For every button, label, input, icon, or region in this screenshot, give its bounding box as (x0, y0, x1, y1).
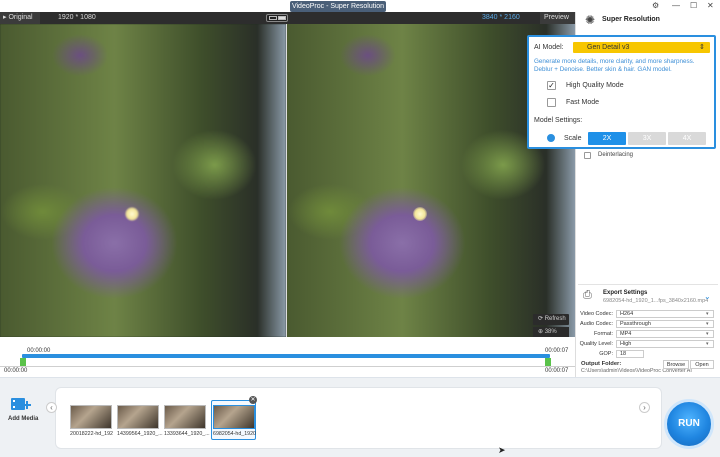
video-codec-label: Video Codec: (580, 311, 613, 317)
dropdown-arrow-icon: ▾ (706, 331, 709, 337)
video-preview (0, 24, 575, 337)
scale-3x-button[interactable]: 3X (628, 132, 666, 145)
scale-label: Scale (564, 135, 582, 142)
chevron-down-icon[interactable]: ⌄ (704, 292, 711, 301)
title-bar: VideoProc - Super Resolution (0, 0, 720, 12)
media-thumbnail[interactable] (164, 405, 206, 429)
dropdown-arrow-icon: ▾ (706, 341, 709, 347)
export-icon: ⎙ (583, 289, 592, 301)
zoom-icon: ⊕ (538, 329, 544, 335)
chevron-left-icon[interactable]: ‹ (46, 402, 57, 413)
current-time: 00:00:00 (4, 368, 28, 374)
compare-divider[interactable] (286, 24, 287, 337)
media-thumbnail[interactable] (117, 405, 159, 429)
export-divider (578, 284, 718, 285)
output-resolution: 3840 * 2160 (482, 14, 520, 21)
timeline-baseline (0, 366, 575, 367)
original-frame (0, 24, 286, 337)
high-quality-label: High Quality Mode (566, 82, 624, 89)
video-codec-select[interactable]: H264 (616, 310, 714, 318)
mouse-cursor-icon: ➤ (498, 445, 506, 455)
original-resolution: 1920 * 1080 (58, 14, 96, 21)
play-icon: ▸ (3, 14, 7, 21)
audio-codec-select[interactable]: Passthrough (616, 320, 714, 328)
deinterlacing-label: Deinterlacing (598, 152, 634, 158)
ai-model-description: Generate more details, more clarity, and… (534, 58, 695, 73)
gop-label: GOP: (599, 351, 613, 357)
add-media-label[interactable]: Add Media (8, 416, 38, 422)
minimize-button[interactable]: — (672, 1, 680, 11)
fast-mode-label: Fast Mode (566, 99, 600, 106)
media-item-label: 6982054-hd_1920 (213, 431, 257, 437)
flower-center (413, 207, 427, 221)
trim-handle-start[interactable] (20, 358, 26, 366)
dropdown-arrow-icon: ▾ (706, 321, 709, 327)
format-label: Format: (594, 331, 613, 337)
dropdown-arrow-icon: ▾ (706, 311, 709, 317)
ai-model-label: AI Model: (534, 44, 564, 51)
format-select[interactable]: MP4 (616, 330, 714, 338)
deinterlacing-checkbox[interactable] (584, 152, 591, 159)
close-icon[interactable]: ✕ (249, 396, 257, 404)
media-item-label: 14399564_1920_... (117, 431, 163, 437)
export-filename: 6982054-hd_1920_1...fps_3840x2160.mp4 (603, 298, 709, 304)
scale-radio[interactable] (547, 134, 555, 142)
high-quality-checkbox[interactable]: ✓ (547, 81, 556, 90)
run-button[interactable]: RUN (664, 399, 714, 449)
export-title: Export Settings (603, 290, 648, 296)
film-reel-icon: ✺ (585, 13, 596, 27)
add-media-icon[interactable] (10, 395, 32, 413)
chevron-right-icon[interactable]: › (639, 402, 650, 413)
gear-icon[interactable]: ⚙ (652, 1, 659, 11)
media-item-label: 20018222-hd_192 (70, 431, 114, 437)
split-right-icon (278, 16, 286, 20)
tab-preview-label: Preview (544, 14, 569, 21)
gop-input[interactable]: 18 (616, 350, 644, 358)
zoom-label: 38% (544, 329, 557, 335)
fast-mode-checkbox[interactable] (547, 98, 556, 107)
panel-title: Super Resolution (602, 16, 660, 23)
media-thumbnail[interactable] (70, 405, 112, 429)
maximize-button[interactable]: ☐ (690, 1, 697, 11)
chevron-updown-icon[interactable]: ⇕ (699, 43, 705, 51)
split-view-toggle[interactable] (266, 14, 288, 22)
audio-codec-label: Audio Codec: (579, 321, 613, 327)
trim-handle-end[interactable] (545, 358, 551, 366)
open-folder-button[interactable]: Open (690, 360, 714, 369)
media-thumbnail[interactable] (213, 405, 255, 429)
quality-level-label: Quality Level: (579, 341, 613, 347)
ai-model-select[interactable]: Gen Detail v3 (573, 42, 710, 53)
timeline-track[interactable] (22, 354, 550, 358)
quality-level-select[interactable]: High (616, 340, 714, 348)
model-settings-label: Model Settings: (534, 117, 583, 124)
window-title: VideoProc - Super Resolution (290, 1, 386, 12)
flower-center (125, 207, 139, 221)
tab-original-label: Original (8, 14, 33, 21)
tab-original[interactable]: ▸ Original (0, 12, 40, 24)
close-button[interactable]: ✕ (707, 1, 714, 11)
tab-preview[interactable]: Preview 🔍︎ (540, 12, 575, 33)
refresh-icon: ⟳ (538, 316, 544, 322)
output-folder-label: Output Folder: (581, 361, 622, 367)
scale-2x-button[interactable]: 2X (588, 132, 626, 145)
browse-button[interactable]: Browse (663, 360, 689, 369)
split-left-icon (269, 16, 277, 20)
total-time: 00:00:07 (545, 368, 569, 374)
scale-4x-button[interactable]: 4X (668, 132, 706, 145)
media-item-label: 13393644_1920_... (164, 431, 210, 437)
